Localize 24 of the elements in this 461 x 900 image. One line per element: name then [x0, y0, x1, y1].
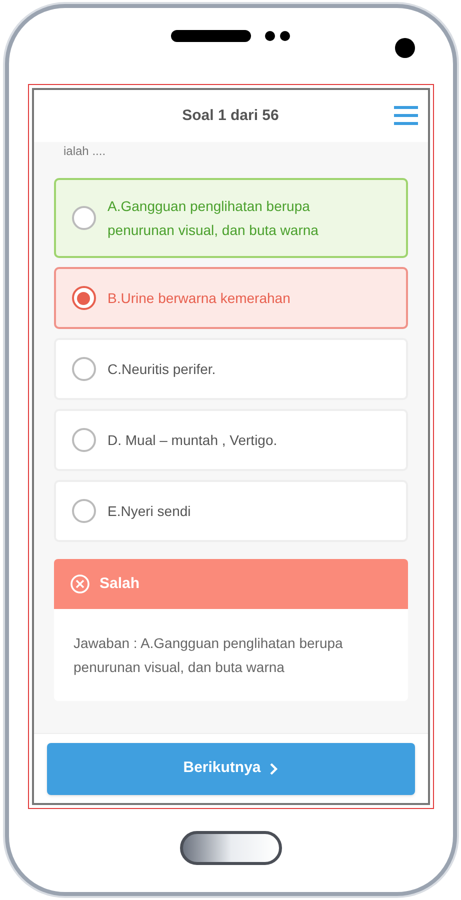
- radio-button[interactable]: [72, 357, 96, 381]
- close-circle-icon: [70, 574, 90, 594]
- radio-button[interactable]: [72, 206, 96, 230]
- answer-text: Jawaban : A.Gangguan penglihatan berupa penurunan visual, dan buta warna: [72, 634, 344, 677]
- camera-icon: [394, 38, 414, 58]
- home-button[interactable]: [180, 831, 282, 865]
- option-text: A.Gangguan penglihatan berupa penurunan visual, dan buta warna: [108, 197, 320, 240]
- chevron-right-icon: [268, 762, 278, 776]
- radio-button[interactable]: [72, 428, 96, 452]
- answer-option[interactable]: D. Mual – muntah , Vertigo.: [54, 409, 408, 471]
- option-text: B.Urine berwarna kemerahan: [108, 289, 290, 308]
- answer-option[interactable]: C.Neuritis perifer.: [54, 338, 408, 400]
- radio-button[interactable]: [72, 286, 96, 310]
- option-text: C.Neuritis perifer.: [108, 360, 216, 379]
- option-text: E.Nyeri sendi: [108, 502, 191, 521]
- question-text: ialah ....: [64, 144, 107, 158]
- header-title: Soal 1 dari 56: [182, 106, 279, 126]
- option-text: D. Mual – muntah , Vertigo.: [108, 431, 278, 450]
- speaker-icon: [171, 30, 251, 42]
- answer-option[interactable]: E.Nyeri sendi: [54, 480, 408, 542]
- menu-icon[interactable]: [394, 106, 418, 126]
- sensor-icon: [265, 31, 290, 41]
- radio-button[interactable]: [72, 499, 96, 523]
- feedback-title: Salah: [100, 574, 140, 594]
